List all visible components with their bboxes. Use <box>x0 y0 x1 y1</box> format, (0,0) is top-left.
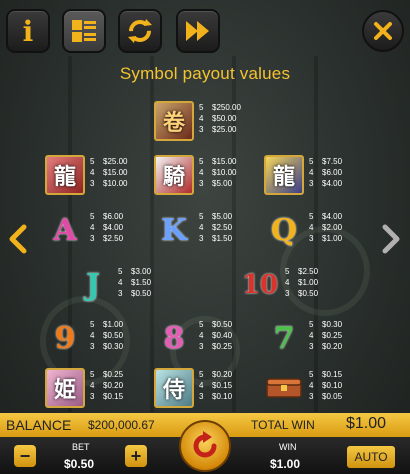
pink-heroine-icon: 姫 <box>45 368 85 408</box>
paytable-button[interactable] <box>62 9 106 53</box>
turbo-button[interactable] <box>176 9 220 53</box>
payout-value: $50.00 <box>212 114 237 123</box>
chevron-left-icon <box>9 224 27 254</box>
payout-value: $25.00 <box>212 125 237 134</box>
fast-forward-icon <box>186 21 209 41</box>
top-toolbar: i <box>0 0 410 60</box>
number-9-icon: 9 <box>54 320 76 356</box>
letter-k-icon: K <box>160 212 188 248</box>
total-win-label: TOTAL WIN <box>251 418 315 432</box>
info-button[interactable]: i <box>6 9 50 53</box>
balance-value: $200,000.67 <box>88 418 155 432</box>
close-button[interactable] <box>362 10 404 52</box>
paytable-entry-treasure-chest: 5 4 3 $0.15 $0.10 $0.05 <box>264 368 384 412</box>
paytable-entry-number-8: 8 5 4 3 $0.50 $0.40 $0.25 <box>154 318 274 362</box>
letter-j-icon: J <box>85 267 101 303</box>
paytable-entry-number-7: 7 5 4 3 $0.30 $0.25 $0.20 <box>264 318 384 362</box>
auto-button[interactable]: AUTO <box>347 446 395 468</box>
close-icon <box>374 22 392 40</box>
scroll-icon: 卷 <box>154 101 194 141</box>
paytable-entry-gold-dragon: 龍 5 4 3 $7.50 $6.00 $4.00 <box>264 155 384 199</box>
letter-a-icon: A <box>53 212 77 248</box>
balance-label: BALANCE <box>6 417 72 433</box>
paytable-list-icon <box>72 20 96 42</box>
treasure-chest-icon <box>264 368 304 408</box>
autoplay-button[interactable] <box>118 9 162 53</box>
spin-button[interactable] <box>179 420 231 472</box>
spin-icon <box>193 431 217 458</box>
paytable-entry-letter-k: K 5 4 3 $5.00 $2.50 $1.50 <box>154 210 274 254</box>
paytable-entry-letter-q: Q 5 4 3 $4.00 $2.00 $1.00 <box>264 210 384 254</box>
info-icon: i <box>22 14 34 48</box>
number-8-icon: 8 <box>163 320 185 356</box>
paytable-entry-number-10: 10 5 4 3 $2.50 $1.00 $0.50 <box>240 265 360 309</box>
red-dragon-icon: 龍 <box>45 155 85 195</box>
paytable-entry-white-hero: 侍 5 4 3 $0.20 $0.15 $0.10 <box>154 368 274 412</box>
paytable-entry-pink-heroine: 姫 5 4 3 $0.25 $0.20 $0.15 <box>45 368 165 412</box>
refresh-icon <box>128 19 152 43</box>
paytable-entry-wild: 卷 5 4 3 $250.00 $50.00 $25.00 <box>154 101 274 145</box>
prev-page-button[interactable] <box>5 222 31 256</box>
bet-increase-button[interactable]: + <box>125 445 147 467</box>
total-win-value: $1.00 <box>346 415 387 432</box>
win-label: WIN <box>279 442 297 452</box>
paytable-entry-letter-j: J 5 4 3 $3.00 $1.50 $0.50 <box>73 265 193 309</box>
gold-dragon-icon: 龍 <box>264 155 304 195</box>
panel-title: Symbol payout values <box>119 64 291 83</box>
paytable-entry-red-dragon: 龍 5 4 3 $25.00 $15.00 $10.00 <box>45 155 165 199</box>
number-10-icon: 10 <box>241 270 279 300</box>
number-7-icon: 7 <box>273 320 295 356</box>
paytable-entry-letter-a: A 5 4 3 $6.00 $4.00 $2.50 <box>45 210 165 254</box>
bet-value: $0.50 <box>64 457 95 471</box>
letter-q-icon: Q <box>270 212 298 248</box>
paytable-entry-number-9: 9 5 4 3 $1.00 $0.50 $0.30 <box>45 318 165 362</box>
red-knight-icon: 騎 <box>154 155 194 195</box>
win-value: $1.00 <box>270 457 301 471</box>
white-hero-icon: 侍 <box>154 368 194 408</box>
bet-decrease-button[interactable]: − <box>14 445 36 467</box>
payout-value: $250.00 <box>212 103 241 112</box>
paytable-entry-red-knight: 騎 5 4 3 $15.00 $10.00 $5.00 <box>154 155 274 199</box>
bet-label: BET <box>72 442 90 452</box>
